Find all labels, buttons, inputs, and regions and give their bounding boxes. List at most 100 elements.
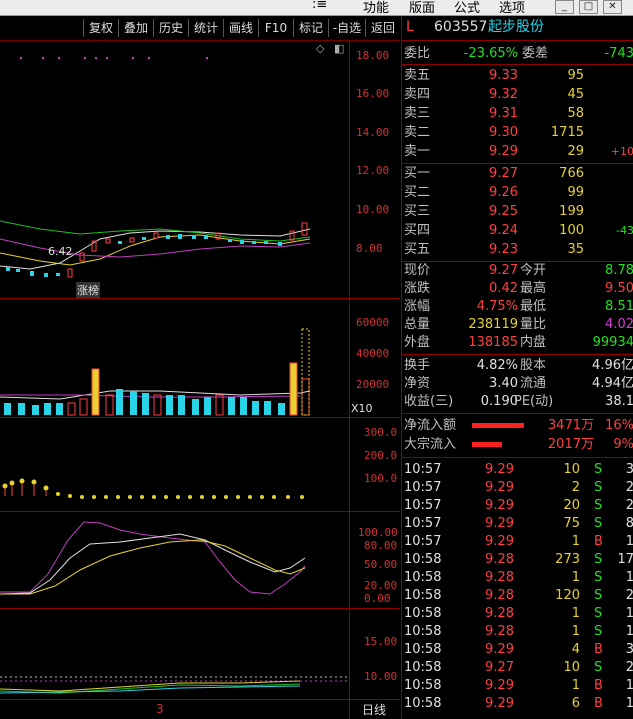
kdj-axis-label: 80.00 (364, 539, 398, 552)
draw-line-button[interactable]: 画线 (223, 19, 258, 37)
weicha-label: 委差 (522, 46, 549, 61)
flow-bar (472, 442, 502, 447)
close-icon[interactable]: ✕ (603, 0, 622, 14)
stat-label: 涨幅 (404, 299, 431, 314)
volume-bar (79, 398, 88, 416)
history-button[interactable]: 历史 (153, 19, 188, 37)
candle (16, 269, 20, 272)
volume-bar (18, 403, 25, 415)
candle (264, 241, 268, 244)
candle (105, 238, 111, 244)
order-book-row: 卖二 9.30 1715 (402, 124, 633, 142)
indicator-dot (92, 495, 96, 499)
weibi-value: -23.65% (463, 46, 518, 61)
restore-rights-button[interactable]: 复权 (83, 19, 118, 37)
restore-icon[interactable]: □ (579, 0, 598, 14)
indicator-dot (80, 495, 84, 499)
stat-value: 0.42 (489, 281, 518, 296)
order-book-row: 卖四 9.32 45 (402, 86, 633, 104)
stat-value: 8.78 (605, 263, 633, 278)
candle (129, 237, 135, 243)
volume-bar (178, 395, 185, 415)
limit-up-tag[interactable]: 涨榜 (76, 282, 100, 298)
tick-volume: 20 (563, 498, 580, 513)
volume-bar (278, 403, 285, 415)
pane-divider (0, 699, 400, 700)
indicator-chart[interactable] (0, 418, 349, 511)
chart-toolbar: 复权 叠加 历史 统计 画线 F10 标记 -自选 返回 (0, 16, 400, 41)
tick-volume: 1 (571, 624, 580, 639)
tick-row: 10:57 9.29 75 S 8 (402, 515, 633, 533)
volume-bar (32, 405, 39, 415)
tick-row: 10:58 9.29 4 B 3 (402, 641, 633, 659)
volume-bar (130, 391, 137, 415)
low-price-label: 6.42 (48, 245, 73, 258)
tick-volume: 4 (571, 642, 580, 657)
menu-leading-icon[interactable]: :≡ (312, 0, 327, 12)
tick-count: 2 (625, 588, 633, 603)
order-book-row: 卖五 9.33 95 (402, 67, 633, 85)
kdj-d-line (0, 539, 306, 595)
order-book-row: 买四 9.24 100 -43 (402, 222, 633, 240)
candle (153, 232, 159, 239)
overlay-button[interactable]: 叠加 (118, 19, 153, 37)
stat-label: 最高 (520, 281, 547, 296)
level-price: 9.26 (489, 185, 518, 200)
kdj-axis-label: 0.00 (364, 592, 391, 605)
tick-count: 1 (625, 678, 633, 693)
menu-item-layout[interactable]: 版面 (409, 0, 435, 16)
tick-price: 9.29 (485, 642, 514, 657)
tick-row: 10:58 9.28 1 S 1 (402, 623, 633, 641)
level-label: 买五 (404, 242, 431, 257)
menu-item-function[interactable]: 功能 (363, 0, 389, 16)
menu-item-options[interactable]: 选项 (499, 0, 525, 16)
tick-time: 10:57 (404, 516, 442, 531)
stat-row: 收益(三) 0.190 PE(动) 38.1 (402, 393, 633, 411)
volume-chart[interactable] (0, 299, 349, 417)
tick-count: 17 (617, 552, 633, 567)
signal-dot (58, 57, 60, 59)
statistics-button[interactable]: 统计 (188, 19, 223, 37)
volume-bar (204, 397, 211, 415)
tick-volume: 120 (555, 588, 580, 603)
stat-label: 总量 (404, 317, 431, 332)
minimize-icon[interactable]: _ (555, 0, 574, 14)
ma-line-magenta (0, 238, 311, 258)
period-label[interactable]: 日线 (362, 701, 386, 718)
weibi-label: 委比 (404, 46, 431, 61)
tick-count: 2 (625, 660, 633, 675)
volume-ma-line (0, 394, 301, 398)
tick-volume: 1 (571, 606, 580, 621)
tick-volume: 273 (555, 552, 580, 567)
tick-row: 10:57 9.29 2 S 2 (402, 479, 633, 497)
stock-name[interactable]: 起步股份 (488, 18, 544, 36)
stat-label: 净资 (404, 376, 431, 391)
volume-bar (301, 328, 310, 416)
price-axis-label: 14.00 (356, 126, 390, 139)
candle (240, 240, 244, 244)
f10-button[interactable]: F10 (258, 19, 293, 37)
back-button[interactable]: 返回 (365, 19, 400, 37)
indicator-chart-3[interactable] (0, 609, 349, 699)
tick-row: 10:57 9.29 1 B 1 (402, 533, 633, 551)
stat-value: 4.82% (476, 358, 518, 373)
order-book-row: 买五 9.23 35 (402, 241, 633, 259)
stat-label: PE(动) (514, 394, 554, 409)
tick-time: 10:58 (404, 552, 442, 567)
kdj-chart[interactable] (0, 512, 349, 608)
signal-dot (95, 57, 97, 59)
volume-bar (91, 368, 100, 416)
candle (289, 230, 295, 241)
candle (142, 237, 146, 240)
level-volume: 99 (567, 185, 584, 200)
indicator-dot (19, 478, 25, 484)
stat-value: 4.94亿 (592, 376, 633, 391)
tick-time: 10:58 (404, 588, 442, 603)
tick-count: 1 (625, 606, 633, 621)
add-watchlist-button[interactable]: -自选 (328, 19, 365, 37)
mark-button[interactable]: 标记 (293, 19, 328, 37)
stat-label: 今开 (520, 263, 547, 278)
candlestick-chart[interactable] (0, 41, 349, 298)
tick-side: S (594, 660, 603, 675)
menu-item-formula[interactable]: 公式 (454, 0, 480, 16)
